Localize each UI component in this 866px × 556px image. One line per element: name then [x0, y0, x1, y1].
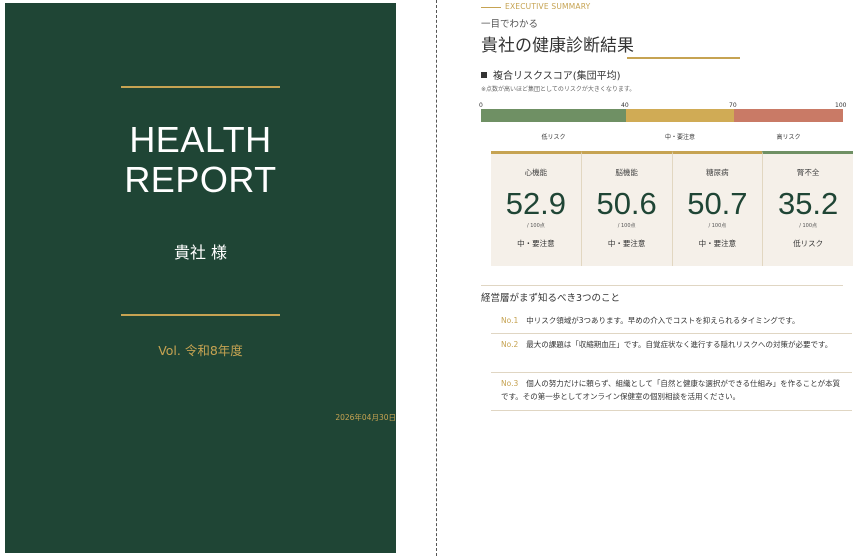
title-underline [627, 57, 740, 59]
key-points-list: No.1 中リスク領域が3つあります。早めの介入でコストを抑えられるタイミングです… [491, 310, 852, 411]
scale-segment-low [481, 109, 626, 122]
scale-segment-mid [625, 109, 735, 122]
eyebrow: EXECUTIVE SUMMARY [481, 2, 590, 11]
cover-top-rule [121, 86, 280, 88]
card-level: 中・要注意 [517, 239, 555, 248]
scale-band-label: 低リスク [541, 134, 566, 141]
list-item: No.2 最大の課題は「収縮期血圧」です。自覚症状なく進行する隠れリスクへの対策が… [491, 334, 852, 373]
card-unit: / 100点 [617, 223, 636, 229]
scale-tick: 100 [835, 102, 847, 109]
risk-scale-bar [481, 109, 843, 122]
card-name: 心機能 [524, 168, 548, 177]
eyebrow-text: EXECUTIVE SUMMARY [505, 2, 591, 11]
report-cover: HEALTH REPORT 貴社 様 Vol. 令和8年度 2026年04月30… [5, 3, 396, 553]
score-card: 糖尿病 50.7 / 100点 中・要注意 [671, 151, 763, 266]
point-text: 個人の努力だけに頼らず、組織として「自然と健康な選択ができる仕組み」を作ることが… [501, 379, 841, 401]
page-divider [436, 0, 437, 556]
exec-section-heading: 経営層がまず知るべき3つのこと [481, 293, 621, 304]
score-card: 脳機能 50.6 / 100点 中・要注意 [580, 151, 672, 266]
point-text: 中リスク領域が3つあります。早めの介入でコストを抑えられるタイミングです。 [526, 316, 800, 325]
risk-note: ※点数が高いほど集団としてのリスクが大きくなります。 [481, 86, 636, 93]
scale-segment-high [734, 109, 843, 122]
card-unit: / 100点 [708, 223, 727, 229]
page-subtitle: 一目でわかる [481, 19, 539, 30]
card-score: 35.2 [777, 186, 839, 221]
score-cards: 心機能 52.9 / 100点 中・要注意 脳機能 50.6 / 100点 中・… [491, 151, 853, 266]
page-title: 貴社の健康診断結果 [481, 36, 634, 56]
scale-band-label: 高リスク [776, 134, 801, 141]
cover-title-line2: REPORT [124, 159, 277, 200]
list-item: No.3 個人の努力だけに頼らず、組織として「自然と健康な選択ができる仕組み」を作… [491, 373, 852, 411]
eyebrow-rule [481, 6, 501, 8]
card-name: 糖尿病 [706, 168, 729, 177]
card-unit: / 100点 [526, 223, 545, 229]
point-number: No.3 [501, 379, 519, 388]
cover-volume: Vol. 令和8年度 [158, 343, 243, 358]
cover-date: 2026年04月30日 [335, 413, 396, 422]
scale-tick: 0 [479, 102, 483, 109]
point-number: No.1 [501, 316, 519, 325]
section-divider [481, 285, 843, 286]
scale-tick: 40 [621, 102, 629, 109]
scale-tick: 70 [729, 102, 737, 109]
cover-client-name: 貴社 様 [173, 243, 228, 262]
risk-section-title: 複合リスクスコア(集団平均) [493, 71, 621, 82]
cover-bottom-rule [121, 314, 280, 316]
card-unit: / 100点 [799, 223, 818, 229]
card-name: 腎不全 [796, 168, 820, 177]
list-item: No.1 中リスク領域が3つあります。早めの介入でコストを抑えられるタイミングです… [491, 310, 852, 334]
card-score: 50.6 [596, 186, 657, 221]
card-level: 中・要注意 [607, 239, 646, 248]
point-number: No.2 [501, 340, 519, 349]
card-level: 低リスク [793, 239, 824, 248]
card-name: 脳機能 [615, 168, 638, 177]
card-score: 50.7 [687, 186, 748, 221]
square-bullet-icon [481, 72, 487, 78]
scale-band-label: 中・要注意 [664, 134, 695, 141]
card-score: 52.9 [505, 186, 567, 221]
risk-section-heading: 複合リスクスコア(集団平均) [481, 67, 621, 82]
cover-title-line1: HEALTH [129, 119, 272, 160]
score-card: 心機能 52.9 / 100点 中・要注意 [491, 151, 581, 266]
card-level: 中・要注意 [698, 239, 737, 248]
point-text: 最大の課題は「収縮期血圧」です。自覚症状なく進行する隠れリスクへの対策が必要です… [526, 340, 833, 349]
score-card: 腎不全 35.2 / 100点 低リスク [762, 151, 853, 266]
